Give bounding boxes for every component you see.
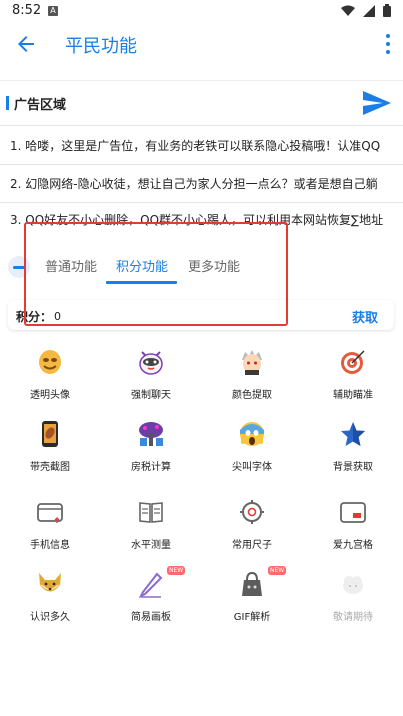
page-title: 平民功能 xyxy=(65,36,137,57)
grid-item-label: 辅助瞄准 xyxy=(333,390,373,401)
tab-toggle-icon[interactable] xyxy=(8,256,30,278)
target-icon xyxy=(341,350,365,374)
grid-item-label: 爱九宫格 xyxy=(333,540,373,551)
cloud-icon xyxy=(343,576,363,594)
grid-item-label: 背景获取 xyxy=(333,462,373,473)
status-bar: 8:52 A xyxy=(0,0,403,24)
grid-item-label: 房税计算 xyxy=(131,462,171,473)
grid-item-label: GIF解析 xyxy=(233,612,271,623)
grid-item-label: 带壳截图 xyxy=(30,462,70,473)
card-icon xyxy=(37,503,63,523)
notification-a-icon: A xyxy=(48,6,58,16)
grid-item-label: 敬请期待 xyxy=(333,612,373,623)
grid-item-nine-grid[interactable]: 爱九宫格 xyxy=(303,498,403,558)
grid-item-label: 颜色提取 xyxy=(232,390,272,401)
grid-item-label: 强制聊天 xyxy=(131,390,171,401)
active-tab-indicator xyxy=(106,281,177,284)
grid-item-background-fetch[interactable]: 背景获取 xyxy=(303,420,403,480)
send-icon[interactable] xyxy=(363,91,391,115)
bag-icon xyxy=(242,571,262,596)
grid-item-scream-font[interactable]: 尖叫字体 xyxy=(202,420,302,480)
function-tabs: 普通功能 积分功能 更多功能 xyxy=(0,244,403,288)
scream-icon xyxy=(240,422,264,446)
points-value: 0 xyxy=(54,310,61,323)
divider xyxy=(0,202,403,203)
grid-item-label: 尖叫字体 xyxy=(232,462,272,473)
grid-item-color-picker[interactable]: 颜色提取 xyxy=(202,348,302,408)
grid-item-label: 透明头像 xyxy=(30,390,70,401)
gear-icon xyxy=(240,500,264,524)
status-time: 8:52 xyxy=(12,3,42,18)
grid-item-transparent-avatar[interactable]: 透明头像 xyxy=(0,348,100,408)
house-tree-icon xyxy=(139,422,163,446)
status-icons xyxy=(341,4,391,17)
signal-icon xyxy=(363,4,375,17)
back-arrow-icon[interactable] xyxy=(14,32,38,56)
points-bar: 积分： 0 获取 xyxy=(8,300,394,330)
ad-header-accent xyxy=(6,96,9,110)
avatar-icon xyxy=(242,350,262,375)
points-label: 积分： xyxy=(16,310,53,324)
grid-item-shell-screenshot[interactable]: 带壳截图 xyxy=(0,420,100,480)
more-options-icon[interactable] xyxy=(385,34,391,54)
app-bar: 平民功能 xyxy=(0,24,403,64)
tab-points[interactable]: 积分功能 xyxy=(116,256,168,275)
grid-item-label: 手机信息 xyxy=(30,540,70,551)
ad-line-3[interactable]: 3. QQ好友不小心删除，QQ群不小心踢人，可以利用本网站恢复∑地址 xyxy=(10,211,395,228)
divider xyxy=(0,125,403,126)
ad-section: 广告区域 1. 哈喽，这里是广告位，有业务的老铁可以联系隐心投稿哦！认准QQ 2… xyxy=(0,80,403,240)
tab-normal[interactable]: 普通功能 xyxy=(45,256,97,275)
new-badge: NEW xyxy=(167,566,186,575)
wifi-icon xyxy=(341,5,355,16)
grid-item-level-measure[interactable]: 水平测量 xyxy=(101,498,201,558)
new-badge: NEW xyxy=(268,566,287,575)
ad-line-2[interactable]: 2. 幻隐网络-隐心收徒，想让自己为家人分担一点么？或者是想自己躺 xyxy=(10,175,395,192)
grid-item-house-tax[interactable]: 房税计算 xyxy=(101,420,201,480)
grid-item-label: 水平测量 xyxy=(131,540,171,551)
grid-item-phone-info[interactable]: 手机信息 xyxy=(0,498,100,558)
grid-item-ruler[interactable]: 常用尺子 xyxy=(202,498,302,558)
grid-item-gif-parse[interactable]: NEW GIF解析 xyxy=(202,566,302,630)
grid-item-coming-soon[interactable]: 敬请期待 xyxy=(303,570,403,630)
battery-icon xyxy=(383,4,391,17)
grid-item-label: 常用尺子 xyxy=(232,540,272,551)
fox-icon xyxy=(39,573,61,592)
tab-more[interactable]: 更多功能 xyxy=(188,256,240,275)
grid-item-aim-assist[interactable]: 辅助瞄准 xyxy=(303,348,403,408)
grid-item-know-how-long[interactable]: 认识多久 xyxy=(0,570,100,630)
grid-item-force-chat[interactable]: 强制聊天 xyxy=(101,348,201,408)
book-icon xyxy=(139,502,163,523)
grid-item-label: 简易画板 xyxy=(131,612,171,623)
grid-item-label: 认识多久 xyxy=(30,612,70,623)
mask-icon xyxy=(39,350,61,374)
window-icon xyxy=(340,502,366,523)
star-icon xyxy=(341,422,365,446)
get-points-button[interactable]: 获取 xyxy=(352,307,378,326)
divider xyxy=(0,164,403,165)
robot-icon xyxy=(139,351,163,375)
pen-icon xyxy=(138,572,163,598)
grid-item-simple-canvas[interactable]: NEW 简易画板 xyxy=(101,566,201,630)
ad-line-1[interactable]: 1. 哈喽，这里是广告位，有业务的老铁可以联系隐心投稿哦！认准QQ xyxy=(10,137,395,154)
phone-icon xyxy=(42,421,58,447)
ad-header: 广告区域 xyxy=(6,95,67,113)
ad-title: 广告区域 xyxy=(14,97,67,113)
